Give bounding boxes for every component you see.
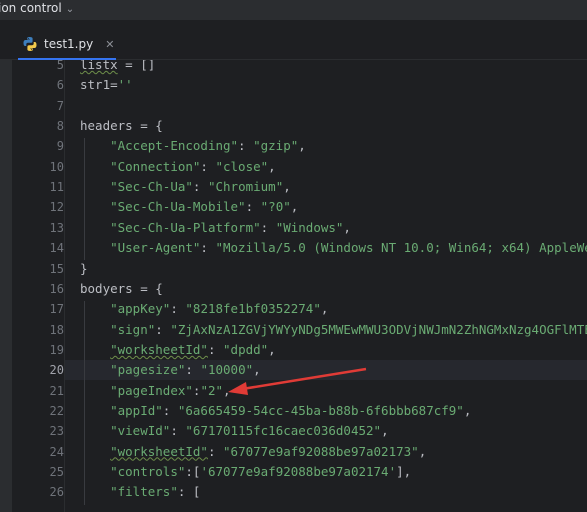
code-line[interactable]: str1='' — [65, 75, 587, 95]
line-number: 25 — [49, 465, 64, 479]
indent-guide — [84, 301, 85, 505]
code-line[interactable]: "Connection": "close", — [65, 157, 587, 177]
code-line[interactable]: "sign": "ZjAxNzA1ZGVjYWYyNDg5MWEwMWU3ODV… — [65, 320, 587, 340]
code-line-text: headers = { — [80, 118, 163, 134]
code-line-text: listx = [] — [80, 60, 156, 72]
tool-window-strip — [0, 60, 12, 512]
window-title[interactable]: ion control ⌄ — [0, 1, 74, 15]
line-number: 10 — [49, 159, 64, 174]
line-number: 22 — [49, 403, 64, 418]
line-number: 17 — [49, 302, 64, 317]
code-line[interactable]: "appKey": "8218fe1bf0352274", — [65, 299, 587, 319]
code-line[interactable]: "Sec-Ch-Ua-Platform": "Windows", — [65, 218, 587, 238]
code-line[interactable]: "viewId": "67170115fc16caec036d0452", — [65, 421, 587, 441]
code-line-text: "pageIndex":"2", — [110, 382, 231, 398]
code-line-text: "sign": "ZjAxNzA1ZGVjYWYyNDg5MWEwMWU3ODV… — [110, 321, 587, 337]
line-number-gutter: 5 6 7 8 9 10 11 12 13 14 15 16 17 18 19 20 21 22 23 24 25 26 — [12, 58, 64, 512]
line-number: 13 — [49, 220, 64, 235]
code-line-text: "Sec-Ch-Ua-Platform": "Windows", — [110, 219, 351, 235]
code-line-text: str1='' — [80, 77, 133, 93]
line-number: 18 — [49, 322, 64, 337]
code-line[interactable]: "pagesize": "10000", — [65, 360, 587, 381]
code-line-text: "User-Agent": "Mozilla/5.0 (Windows NT 1… — [110, 240, 587, 256]
chevron-down-icon: ⌄ — [65, 4, 75, 15]
line-number: 23 — [49, 424, 64, 439]
close-icon[interactable]: ✕ — [105, 38, 114, 51]
title-bar: ion control ⌄ — [0, 0, 587, 21]
line-number: 21 — [49, 383, 64, 398]
code-editor[interactable]: listx = [] str1='' headers = { "Accept-Enc… — [65, 60, 587, 512]
code-line-text: "worksheetId": "67077e9af92088be97a02173… — [110, 443, 427, 459]
code-line[interactable]: listx = [] — [65, 60, 587, 75]
line-number: 19 — [49, 342, 64, 357]
line-number: 14 — [49, 241, 64, 256]
code-line[interactable]: "filters": [ — [65, 482, 587, 502]
code-line[interactable]: "worksheetId": "67077e9af92088be97a02173… — [65, 442, 587, 462]
code-line-text: "Connection": "close", — [110, 158, 276, 174]
code-line[interactable]: "controls":['67077e9af92088be97a02174'], — [65, 462, 587, 482]
code-line[interactable]: "appId": "6a665459-54cc-45ba-b88b-6f6bbb… — [65, 401, 587, 421]
code-line[interactable]: "Accept-Encoding": "gzip", — [65, 136, 587, 156]
code-line-text: "pagesize": "10000", — [110, 362, 261, 378]
code-line-text: "Accept-Encoding": "gzip", — [110, 138, 306, 154]
code-line[interactable]: "pageIndex":"2", — [65, 381, 587, 401]
line-number: 6 — [56, 78, 64, 93]
tab-filename: test1.py — [44, 37, 94, 51]
line-number: 7 — [56, 98, 64, 113]
code-line[interactable]: "worksheetId": "dpdd", — [65, 340, 587, 360]
code-line[interactable]: "Sec-Ch-Ua": "Chromium", — [65, 177, 587, 197]
line-number: 12 — [49, 200, 64, 215]
code-line-text: "appId": "6a665459-54cc-45ba-b88b-6f6bbb… — [110, 402, 472, 418]
code-line[interactable]: "User-Agent": "Mozilla/5.0 (Windows NT 1… — [65, 238, 587, 258]
line-number: 5 — [56, 58, 64, 72]
code-line[interactable]: bodyers = { — [65, 279, 587, 299]
code-line-text: } — [80, 260, 88, 276]
code-line-text: "viewId": "67170115fc16caec036d0452", — [110, 423, 389, 439]
line-number: 20 — [49, 363, 64, 378]
python-file-icon — [23, 37, 37, 51]
code-line[interactable]: } — [65, 259, 587, 279]
line-number: 26 — [49, 485, 64, 500]
code-line[interactable] — [65, 96, 587, 116]
code-line-text: "worksheetId": "dpdd", — [110, 341, 276, 357]
line-number: 8 — [56, 119, 64, 134]
code-line-text: "Sec-Ch-Ua-Mobile": "?0", — [110, 199, 299, 215]
editor-tab-bar: test1.py ✕ — [0, 21, 587, 60]
code-line-text: "Sec-Ch-Ua": "Chromium", — [110, 179, 291, 195]
line-number: 24 — [49, 444, 64, 459]
code-line-text: "controls":['67077e9af92088be97a02174'], — [110, 464, 412, 479]
code-line[interactable]: "Sec-Ch-Ua-Mobile": "?0", — [65, 197, 587, 217]
code-line[interactable]: headers = { — [65, 116, 587, 136]
indent-guide — [84, 138, 85, 261]
code-line-text: bodyers = { — [80, 280, 163, 296]
code-line-text: "appKey": "8218fe1bf0352274", — [110, 301, 329, 317]
code-line-text: "filters": [ — [110, 484, 201, 500]
line-number: 16 — [49, 281, 64, 296]
line-number: 9 — [56, 139, 64, 154]
line-number: 11 — [49, 180, 64, 195]
line-number: 15 — [49, 261, 64, 276]
